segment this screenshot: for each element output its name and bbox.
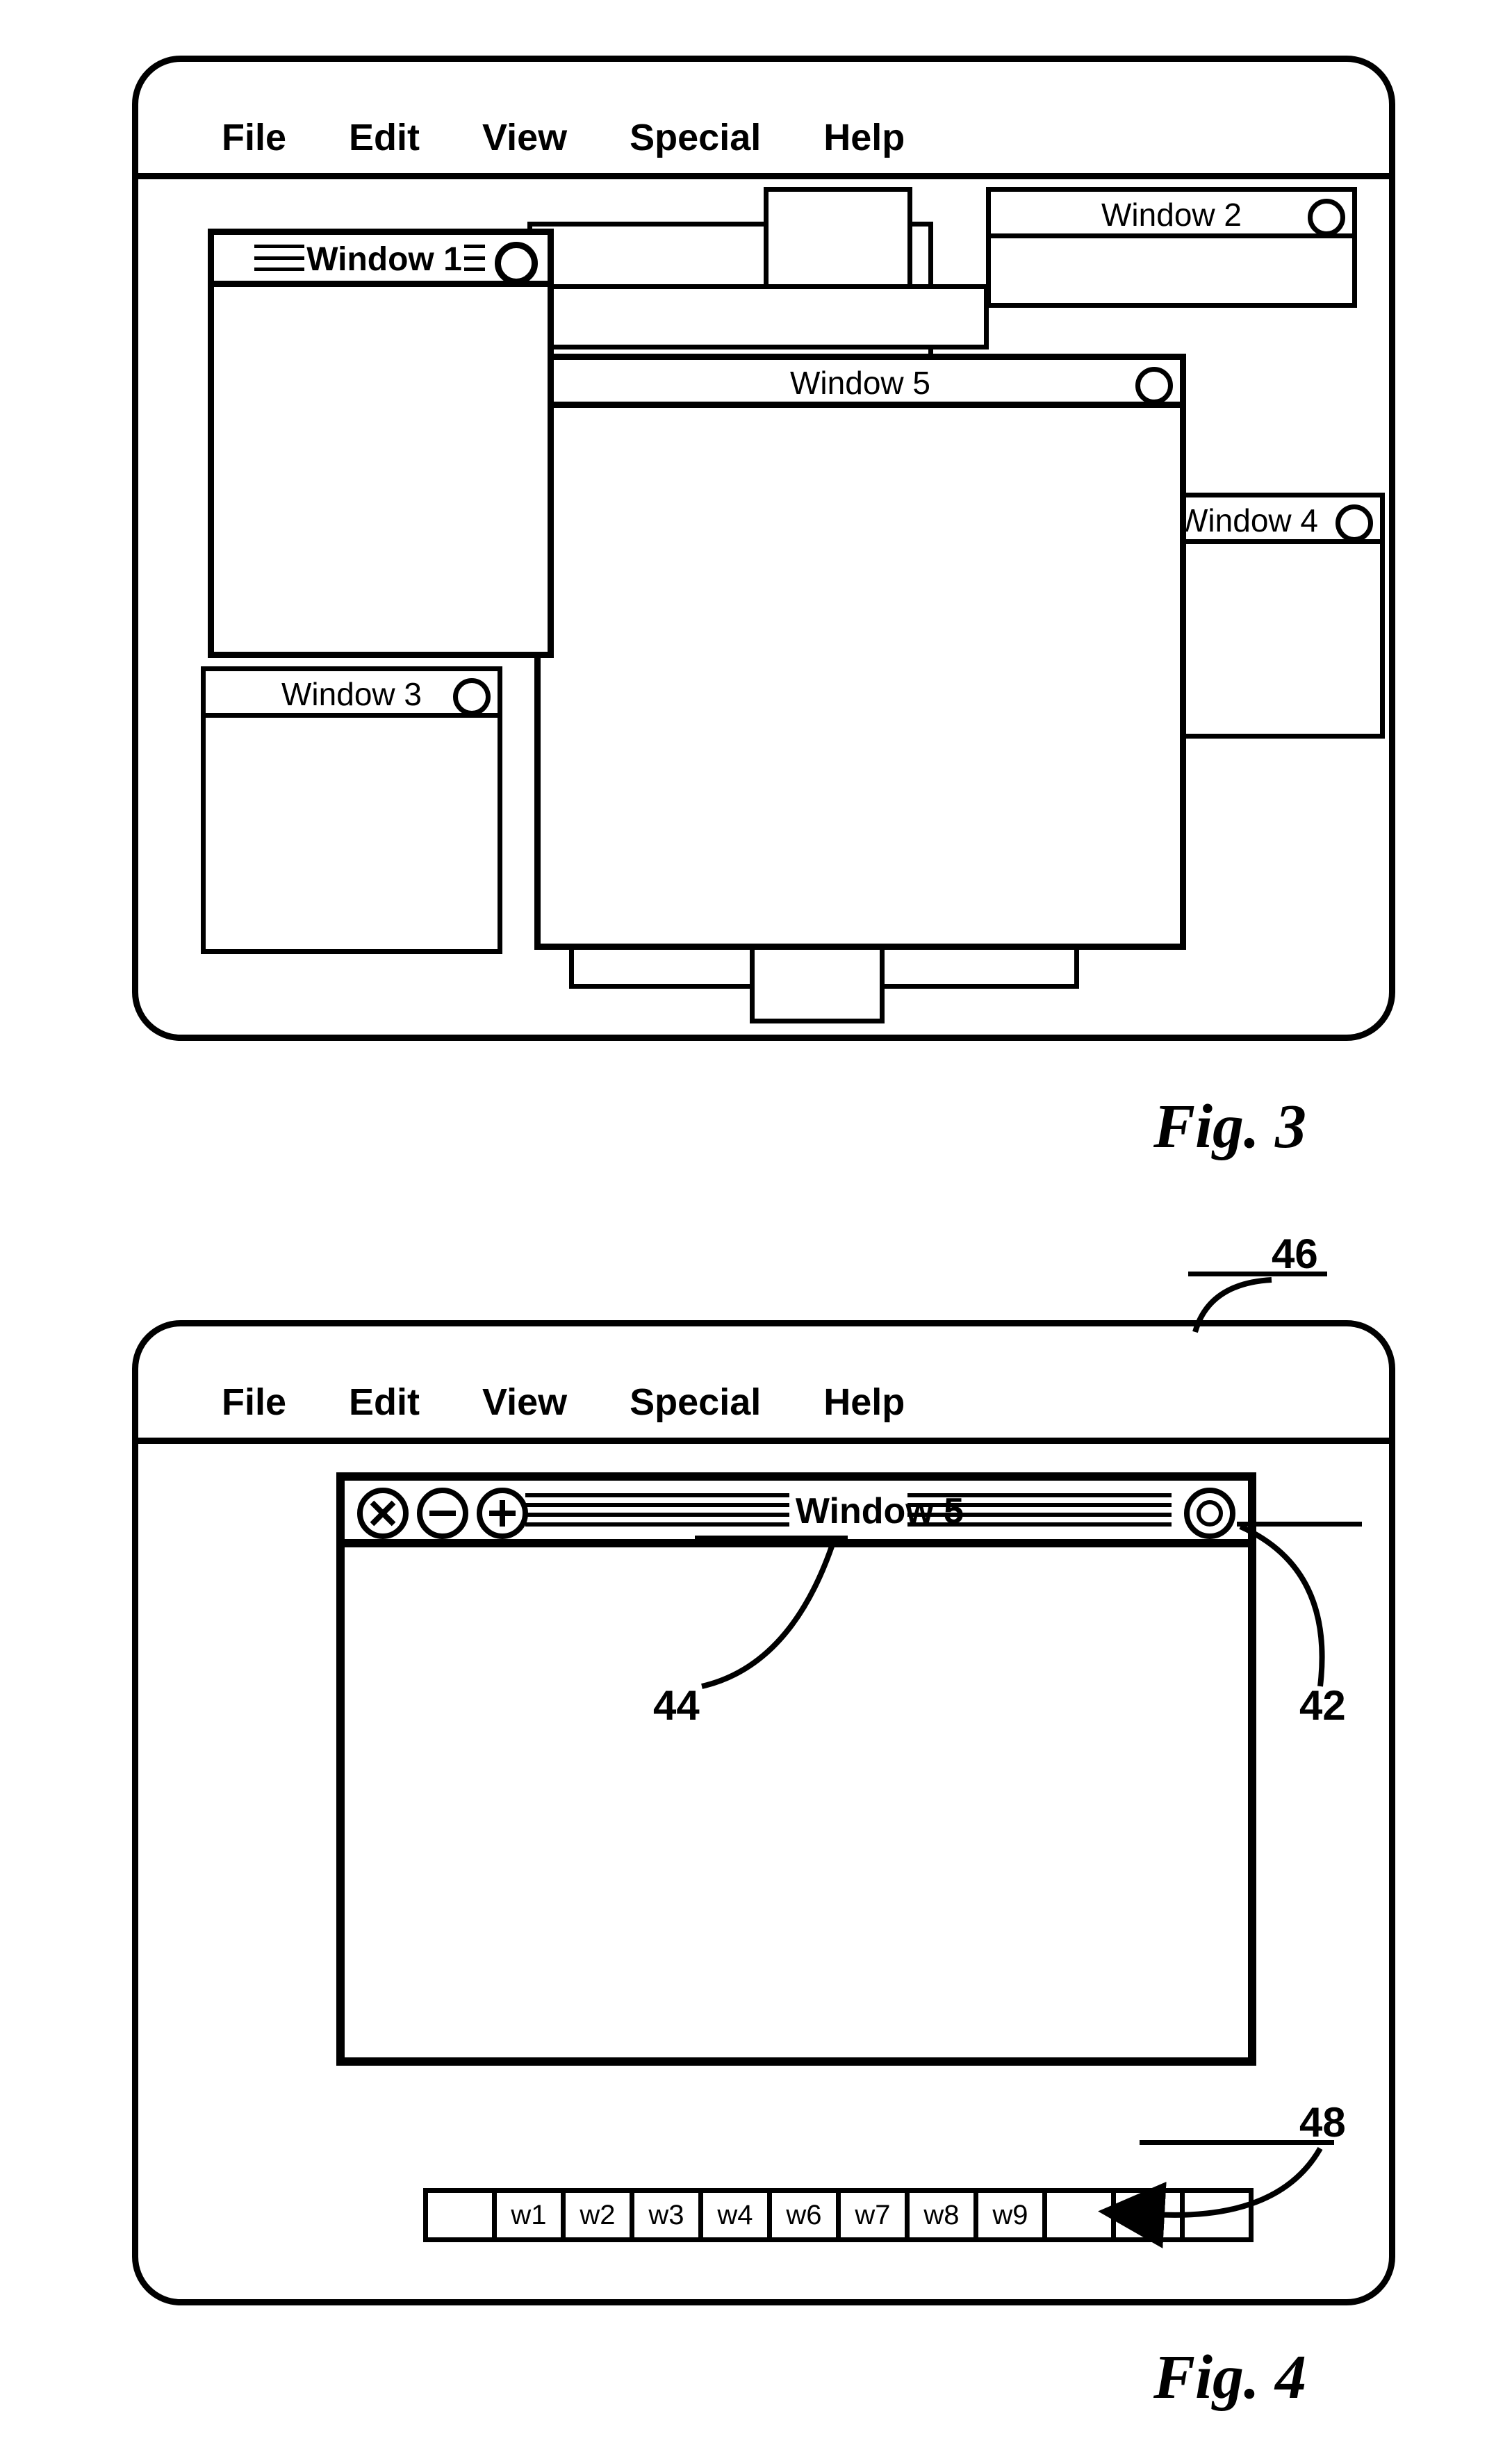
menu-help[interactable]: Help: [823, 116, 905, 159]
taskbar-slot-empty-1[interactable]: [1047, 2193, 1116, 2237]
minimize-icon[interactable]: [417, 1488, 468, 1539]
menu-special[interactable]: Special: [630, 116, 761, 159]
window-3[interactable]: Window 3: [201, 666, 502, 954]
leader-42: [1237, 1522, 1362, 1693]
fig3-menubar: File Edit View Special Help: [138, 110, 1389, 179]
ref-46: 46: [1272, 1230, 1318, 1278]
bg-window-c: [527, 284, 989, 349]
window-4-close-icon[interactable]: [1336, 504, 1373, 542]
taskbar-slot-w8[interactable]: w8: [910, 2193, 978, 2237]
close-icon[interactable]: [357, 1488, 409, 1539]
leader-48: [1140, 2140, 1334, 2235]
fig3-caption: Fig. 3: [1153, 1091, 1306, 1162]
leader-44: [695, 1536, 848, 1693]
menu-view[interactable]: View: [482, 116, 567, 159]
titlebar-stripes-left: [525, 1493, 789, 1527]
taskbar-slot-w4[interactable]: w4: [703, 2193, 772, 2237]
page: File Edit View Special Help Window 2 Win…: [0, 0, 1512, 2443]
window-5-title: Window 5: [541, 364, 1180, 402]
maximize-icon[interactable]: [477, 1488, 528, 1539]
menu-edit[interactable]: Edit: [349, 116, 420, 159]
menu-help-2[interactable]: Help: [823, 1381, 905, 1424]
menu-file-2[interactable]: File: [222, 1381, 286, 1424]
taskbar-slot-empty-0[interactable]: [428, 2193, 497, 2237]
window-1-title: Window 1: [304, 240, 464, 279]
leader-46: [1188, 1272, 1327, 1346]
taskbar-slot-w3[interactable]: w3: [634, 2193, 703, 2237]
window-2-close-icon[interactable]: [1308, 199, 1345, 236]
fig4-menubar: File Edit View Special Help: [138, 1375, 1389, 1444]
taskbar-slot-w2[interactable]: w2: [566, 2193, 634, 2237]
menu-file[interactable]: File: [222, 116, 286, 159]
menu-edit-2[interactable]: Edit: [349, 1381, 420, 1424]
window-2[interactable]: Window 2: [986, 187, 1357, 308]
window-controls: [357, 1488, 528, 1539]
menu-view-2[interactable]: View: [482, 1381, 567, 1424]
window-1-close-icon[interactable]: [495, 242, 538, 285]
fig3-screen: File Edit View Special Help Window 2 Win…: [132, 56, 1395, 1041]
window-5-close-icon[interactable]: [1135, 367, 1173, 404]
taskbar-slot-w1[interactable]: w1: [497, 2193, 566, 2237]
titlebar-stripes-right: [907, 1493, 1172, 1527]
fig4-caption: Fig. 4: [1153, 2342, 1306, 2413]
taskbar-slot-w7[interactable]: w7: [841, 2193, 910, 2237]
taskbar-slot-w6[interactable]: w6: [772, 2193, 841, 2237]
zoom-icon[interactable]: [1184, 1488, 1235, 1539]
ref-48: 48: [1299, 2098, 1346, 2146]
window-2-title: Window 2: [991, 196, 1352, 233]
taskbar-slot-w9[interactable]: w9: [978, 2193, 1047, 2237]
window-3-close-icon[interactable]: [453, 678, 491, 716]
ref-44: 44: [653, 1681, 700, 1729]
window-5[interactable]: Window 5: [534, 354, 1186, 950]
menu-special-2[interactable]: Special: [630, 1381, 761, 1424]
taskbar[interactable]: w1 w2 w3 w4 w6 w7 w8 w9: [423, 2188, 1254, 2242]
window-1[interactable]: Window 1: [208, 229, 554, 658]
